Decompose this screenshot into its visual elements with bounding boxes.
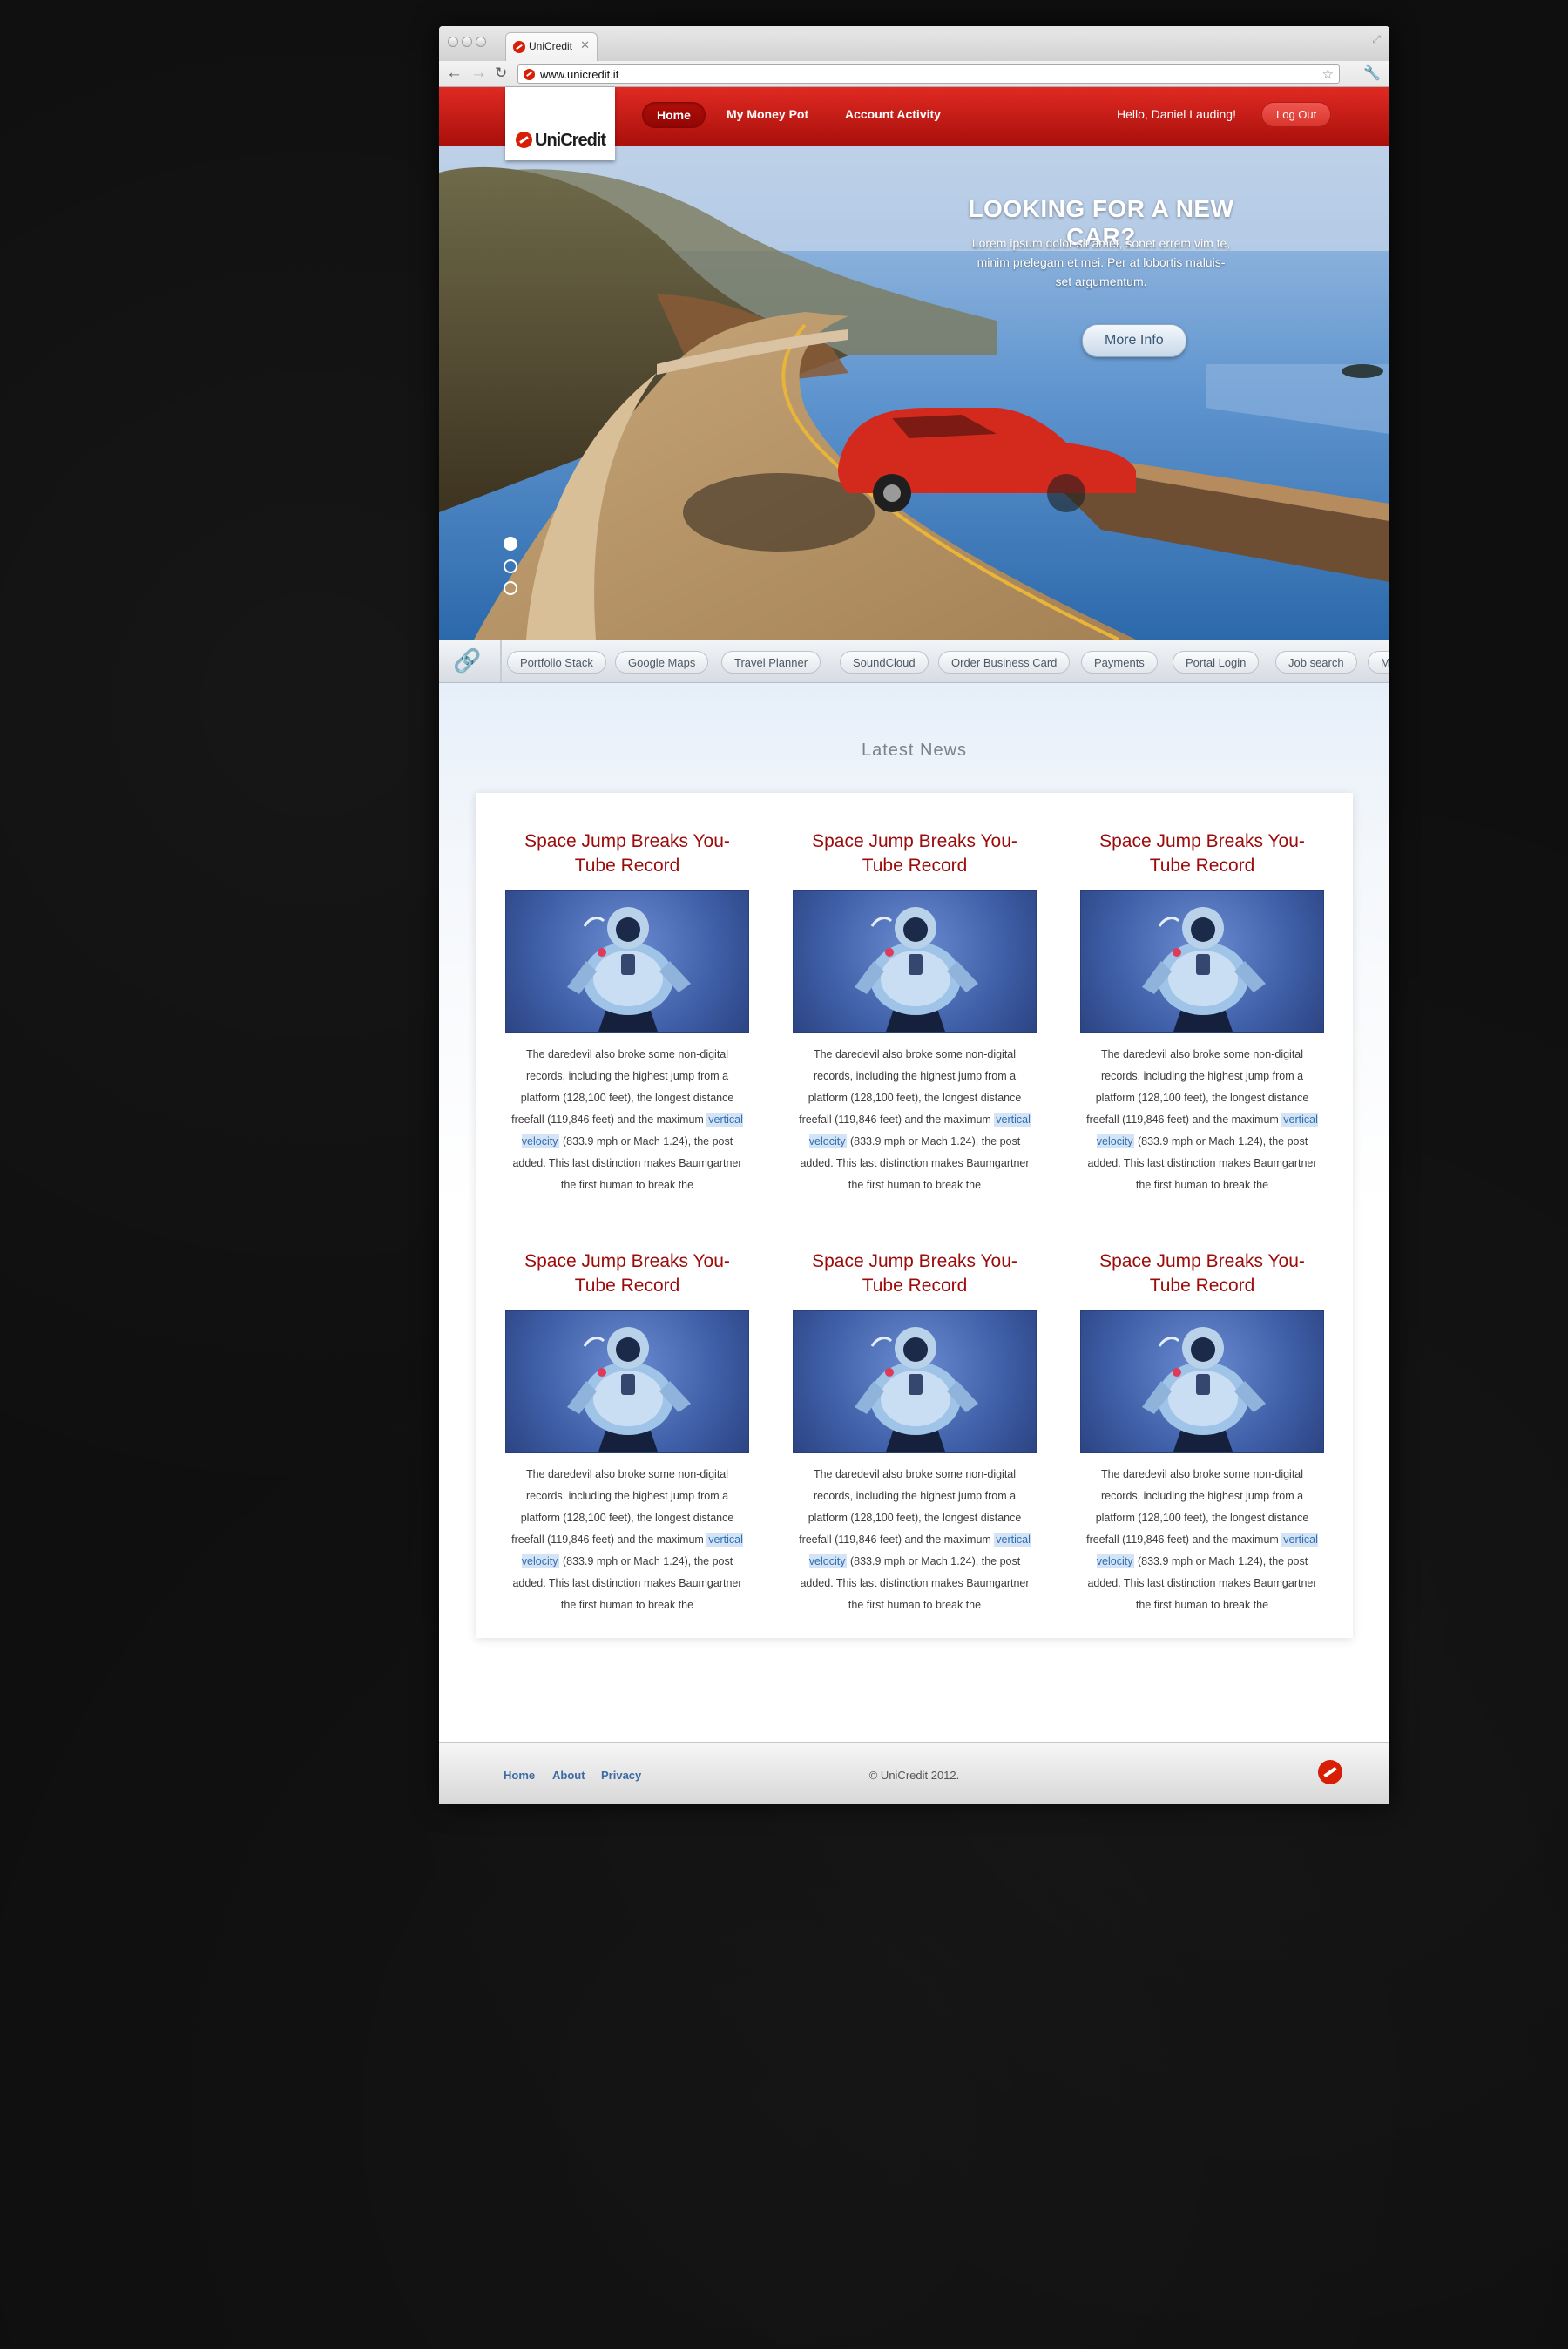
- space-jump-image[interactable]: [1080, 1310, 1324, 1453]
- forward-arrow-icon[interactable]: →: [470, 64, 487, 83]
- unicredit-logo[interactable]: UniCredit: [505, 87, 615, 160]
- quicklink-portfolio-stack[interactable]: Portfolio Stack: [507, 651, 606, 674]
- quicklink-google-maps[interactable]: Google Maps: [615, 651, 709, 674]
- browser-tab[interactable]: UniCredit ✕: [505, 32, 598, 61]
- latest-news-title: Latest News: [861, 741, 968, 760]
- news-card-text: The daredevil also broke some non-digita…: [511, 1468, 743, 1611]
- tab-title: UniCredit: [529, 40, 573, 52]
- unicredit-logo-icon[interactable]: [1318, 1760, 1342, 1784]
- browser-window: UniCredit ✕ ⤢ ← → ↻ ☆ 🔧 UniCredit Home M…: [439, 26, 1389, 1804]
- browser-toolbar: ← → ↻ ☆ 🔧: [439, 61, 1389, 87]
- news-card-text: The daredevil also broke some non-digita…: [511, 1048, 743, 1191]
- logo-text: UniCredit: [535, 131, 606, 150]
- slide-dot-3[interactable]: [504, 581, 517, 595]
- news-card-text: The daredevil also broke some non-digita…: [1086, 1468, 1318, 1611]
- logout-button[interactable]: Log Out: [1261, 102, 1332, 127]
- quicklink-payments[interactable]: Payments: [1081, 651, 1158, 674]
- news-card[interactable]: Space Jump Breaks You-Tube Record The da…: [793, 829, 1037, 1196]
- space-jump-image[interactable]: [1080, 890, 1324, 1033]
- nav-my-money-pot[interactable]: My Money Pot: [727, 107, 808, 121]
- main-content: Latest News Space Jump Breaks You-Tube R…: [439, 683, 1389, 1742]
- news-card-title[interactable]: Space Jump Breaks You-Tube Record: [1080, 1249, 1324, 1298]
- browser-tab-bar: UniCredit ✕ ⤢: [439, 26, 1389, 61]
- space-jump-image[interactable]: [505, 890, 749, 1033]
- address-bar[interactable]: ☆: [517, 64, 1340, 84]
- quicklink-more[interactable]: M: [1368, 651, 1389, 674]
- hero-text: Lorem ipsum dolor sit amet, sonet errem …: [971, 236, 1231, 288]
- quicklink-soundcloud[interactable]: SoundCloud: [840, 651, 929, 674]
- news-card-title[interactable]: Space Jump Breaks You-Tube Record: [793, 1249, 1037, 1298]
- news-card-title[interactable]: Space Jump Breaks You-Tube Record: [505, 1249, 749, 1298]
- unicredit-logo-icon: [516, 132, 532, 148]
- link-chain-icon[interactable]: 🔗: [453, 647, 481, 674]
- news-card-title[interactable]: Space Jump Breaks You-Tube Record: [505, 829, 749, 878]
- space-jump-image[interactable]: [505, 1310, 749, 1453]
- site-footer: Home About Privacy © UniCredit 2012.: [439, 1742, 1389, 1804]
- quicklink-job-search[interactable]: Job search: [1275, 651, 1357, 674]
- news-card[interactable]: Space Jump Breaks You-Tube Record The da…: [505, 829, 749, 1196]
- close-window-button[interactable]: [448, 37, 458, 47]
- reload-icon[interactable]: ↻: [495, 64, 507, 83]
- maximize-window-button[interactable]: [476, 37, 486, 47]
- news-panel: Space Jump Breaks You-Tube Record The da…: [476, 793, 1353, 1638]
- copyright-text: © UniCredit 2012.: [868, 1769, 960, 1782]
- news-card-title[interactable]: Space Jump Breaks You-Tube Record: [1080, 829, 1324, 878]
- more-info-button[interactable]: More Info: [1082, 324, 1186, 357]
- news-card-title[interactable]: Space Jump Breaks You-Tube Record: [793, 829, 1037, 878]
- hero-coastal-road-image: [439, 146, 1389, 640]
- unicredit-favicon-icon: [524, 69, 535, 80]
- unicredit-favicon-icon: [513, 41, 525, 53]
- star-icon[interactable]: ☆: [1322, 66, 1334, 82]
- news-card[interactable]: Space Jump Breaks You-Tube Record The da…: [1080, 1249, 1324, 1616]
- space-jump-image[interactable]: [793, 1310, 1037, 1453]
- fullscreen-icon[interactable]: ⤢: [1372, 33, 1381, 46]
- url-input[interactable]: [540, 68, 1237, 81]
- slide-dot-1[interactable]: [504, 537, 517, 551]
- news-card[interactable]: Space Jump Breaks You-Tube Record The da…: [793, 1249, 1037, 1616]
- space-jump-image[interactable]: [793, 890, 1037, 1033]
- minimize-window-button[interactable]: [462, 37, 472, 47]
- close-icon[interactable]: ✕: [580, 38, 590, 52]
- quicklink-travel-planner[interactable]: Travel Planner: [721, 651, 821, 674]
- news-card[interactable]: Space Jump Breaks You-Tube Record The da…: [505, 1249, 749, 1616]
- nav-home[interactable]: Home: [642, 102, 706, 128]
- slide-dot-2[interactable]: [504, 559, 517, 573]
- quicklink-portal-login[interactable]: Portal Login: [1173, 651, 1260, 674]
- quick-links-bar: 🔗 Portfolio Stack Google Maps Travel Pla…: [439, 640, 1389, 683]
- divider: [500, 640, 502, 682]
- user-greeting: Hello, Daniel Lauding!: [1117, 107, 1236, 121]
- nav-account-activity[interactable]: Account Activity: [845, 107, 941, 121]
- news-card-text: The daredevil also broke some non-digita…: [799, 1048, 1031, 1191]
- news-card-text: The daredevil also broke some non-digita…: [1086, 1048, 1318, 1191]
- news-card[interactable]: Space Jump Breaks You-Tube Record The da…: [1080, 829, 1324, 1196]
- quicklink-order-business-card[interactable]: Order Business Card: [938, 651, 1071, 674]
- wrench-icon[interactable]: 🔧: [1363, 64, 1381, 82]
- news-card-text: The daredevil also broke some non-digita…: [799, 1468, 1031, 1611]
- hero-banner: LOOKING FOR A NEW CAR? Lorem ipsum dolor…: [439, 146, 1389, 640]
- back-arrow-icon[interactable]: ←: [446, 64, 463, 83]
